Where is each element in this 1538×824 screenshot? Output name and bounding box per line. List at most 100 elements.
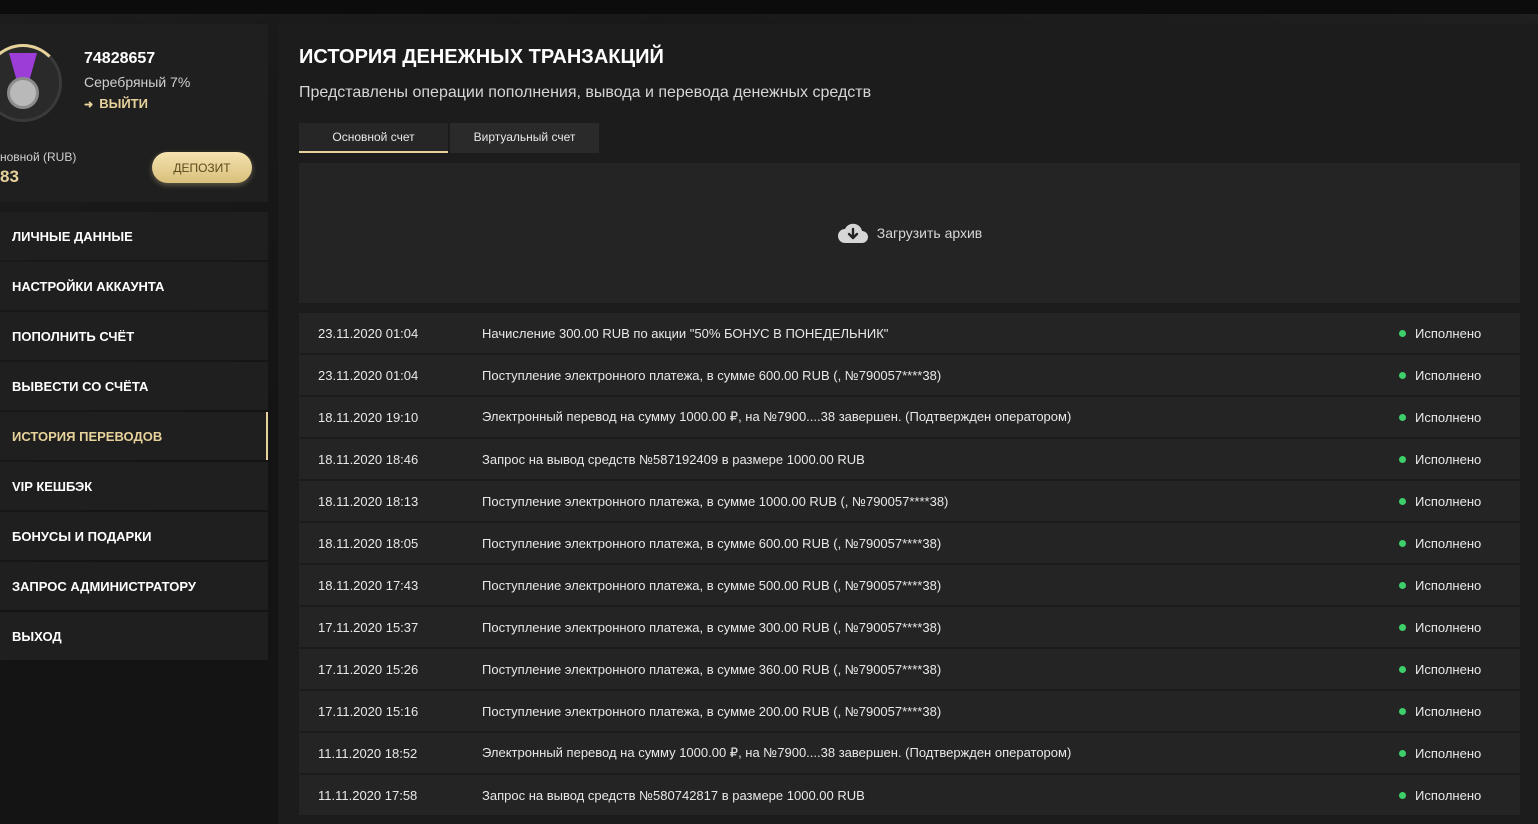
status-dot-icon	[1399, 623, 1406, 631]
status-label: Исполнено	[1415, 325, 1482, 341]
status-dot-icon	[1399, 581, 1406, 589]
account-label: новной (RUB)	[0, 150, 77, 164]
account-tabs: Основной счет Виртуальный счет	[299, 123, 601, 153]
avatar[interactable]	[0, 44, 62, 122]
transaction-description: Электронный перевод на сумму 1000.00 ₽, …	[482, 745, 1072, 760]
transaction-status: Исполнено	[1399, 410, 1520, 425]
status-dot-icon	[1399, 665, 1406, 673]
transaction-date: 11.11.2020 17:58	[318, 787, 418, 803]
menu-item-deposit[interactable]: ПОПОЛНИТЬ СЧЁТ	[0, 312, 268, 360]
transaction-description: Поступление электронного платежа, в сумм…	[482, 535, 942, 551]
transaction-status: Исполнено	[1399, 452, 1520, 467]
status-dot-icon	[1399, 497, 1406, 505]
status-dot-icon	[1399, 707, 1406, 715]
transaction-status: Исполнено	[1399, 662, 1520, 677]
status-dot-icon	[1399, 749, 1406, 757]
table-row: 17.11.2020 15:26 Поступление электронног…	[299, 649, 1520, 689]
tab-virtual-account[interactable]: Виртуальный счет	[450, 123, 599, 153]
status-label: Исполнено	[1415, 661, 1482, 677]
sidebar: 74828657 Серебряный 7% ➜ ВЫЙТИ новной (RU…	[0, 24, 268, 662]
user-rank: Серебряный 7%	[84, 74, 191, 90]
transaction-date: 18.11.2020 19:10	[318, 409, 419, 425]
status-label: Исполнено	[1415, 409, 1482, 425]
transaction-status: Исполнено	[1399, 788, 1520, 803]
cloud-download-icon	[837, 223, 868, 243]
tab-main-account[interactable]: Основной счет	[299, 123, 448, 153]
table-row: 17.11.2020 15:16 Поступление электронног…	[299, 691, 1520, 731]
status-label: Исполнено	[1415, 745, 1482, 761]
deposit-button[interactable]: ДЕПОЗИТ	[152, 152, 252, 183]
menu-item-vip-cashback[interactable]: VIP КЕШБЭК	[0, 462, 268, 510]
transaction-description: Поступление электронного платежа, в сумм…	[482, 661, 942, 677]
transaction-date: 18.11.2020 18:05	[318, 535, 419, 551]
transaction-date: 17.11.2020 15:37	[318, 619, 419, 635]
table-row: 18.11.2020 19:10 Электронный перевод на …	[299, 397, 1520, 437]
transaction-description: Поступление электронного платежа, в сумм…	[482, 367, 942, 383]
transaction-description: Запрос на вывод средств №587192409 в раз…	[482, 451, 865, 467]
table-row: 18.11.2020 18:46 Запрос на вывод средств…	[299, 439, 1520, 479]
status-label: Исполнено	[1415, 451, 1482, 467]
user-id: 74828657	[84, 50, 156, 67]
logout-label: ВЫЙТИ	[99, 96, 148, 111]
status-label: Исполнено	[1415, 493, 1482, 509]
status-dot-icon	[1399, 413, 1406, 421]
main-panel: ИСТОРИЯ ДЕНЕЖНЫХ ТРАНЗАКЦИЙ Представлены…	[278, 24, 1538, 824]
download-archive-button[interactable]: Загрузить архив	[299, 163, 1520, 303]
menu-item-admin-request[interactable]: ЗАПРОС АДМИНИСТРАТОРУ	[0, 562, 268, 610]
logout-icon: ➜	[84, 99, 94, 111]
transaction-date: 17.11.2020 15:26	[318, 661, 419, 677]
transaction-description: Поступление электронного платежа, в сумм…	[482, 493, 949, 509]
transaction-description: Поступление электронного платежа, в сумм…	[482, 619, 942, 635]
transaction-status: Исполнено	[1399, 494, 1520, 509]
page-title: ИСТОРИЯ ДЕНЕЖНЫХ ТРАНЗАКЦИЙ	[299, 46, 664, 68]
menu-item-exit[interactable]: ВЫХОД	[0, 612, 268, 660]
menu-item-personal-data[interactable]: ЛИЧНЫЕ ДАННЫЕ	[0, 212, 268, 260]
sidebar-menu: ЛИЧНЫЕ ДАННЫЕ НАСТРОЙКИ АККАУНТА ПОПОЛНИ…	[0, 212, 268, 660]
transaction-status: Исполнено	[1399, 620, 1520, 635]
account-balance: 83	[0, 167, 19, 186]
transaction-description: Начисление 300.00 RUB по акции "50% БОНУ…	[482, 325, 889, 341]
table-row: 23.11.2020 01:04 Начисление 300.00 RUB п…	[299, 313, 1520, 353]
status-label: Исполнено	[1415, 619, 1482, 635]
status-label: Исполнено	[1415, 577, 1482, 593]
transaction-description: Поступление электронного платежа, в сумм…	[482, 577, 942, 593]
transaction-status: Исполнено	[1399, 536, 1520, 551]
table-row: 18.11.2020 17:43 Поступление электронног…	[299, 565, 1520, 605]
transactions-table: 23.11.2020 01:04 Начисление 300.00 RUB п…	[299, 313, 1520, 817]
download-archive-label: Загрузить архив	[876, 225, 983, 241]
status-dot-icon	[1399, 455, 1406, 463]
status-dot-icon	[1399, 539, 1406, 547]
menu-item-transfer-history[interactable]: ИСТОРИЯ ПЕРЕВОДОВ	[0, 412, 268, 460]
transaction-date: 23.11.2020 01:04	[318, 367, 419, 383]
top-bar	[0, 0, 1538, 14]
status-label: Исполнено	[1415, 367, 1482, 383]
status-label: Исполнено	[1415, 703, 1482, 719]
status-label: Исполнено	[1415, 535, 1482, 551]
transaction-date: 17.11.2020 15:16	[318, 703, 419, 719]
transaction-date: 23.11.2020 01:04	[318, 325, 419, 341]
transaction-date: 18.11.2020 17:43	[318, 577, 419, 593]
status-dot-icon	[1399, 329, 1406, 337]
transaction-date: 18.11.2020 18:46	[318, 451, 419, 467]
menu-item-withdraw[interactable]: ВЫВЕСТИ СО СЧЁТА	[0, 362, 268, 410]
menu-item-bonuses[interactable]: БОНУСЫ И ПОДАРКИ	[0, 512, 268, 560]
medal-icon	[1, 53, 45, 113]
transaction-status: Исполнено	[1399, 704, 1520, 719]
transaction-status: Исполнено	[1399, 326, 1520, 341]
status-dot-icon	[1399, 371, 1406, 379]
transaction-status: Исполнено	[1399, 746, 1520, 761]
status-label: Исполнено	[1415, 787, 1482, 803]
page-subtitle: Представлены операции пополнения, вывода…	[299, 84, 872, 101]
transaction-description: Запрос на вывод средств №580742817 в раз…	[482, 787, 865, 803]
table-row: 23.11.2020 01:04 Поступление электронног…	[299, 355, 1520, 395]
table-row: 18.11.2020 18:05 Поступление электронног…	[299, 523, 1520, 563]
transaction-date: 18.11.2020 18:13	[318, 493, 419, 509]
transaction-date: 11.11.2020 18:52	[318, 745, 418, 761]
transaction-description: Электронный перевод на сумму 1000.00 ₽, …	[482, 409, 1072, 424]
transaction-status: Исполнено	[1399, 578, 1520, 593]
table-row: 17.11.2020 15:37 Поступление электронног…	[299, 607, 1520, 647]
profile-card: 74828657 Серебряный 7% ➜ ВЫЙТИ новной (RU…	[0, 24, 268, 202]
table-row: 11.11.2020 17:58 Запрос на вывод средств…	[299, 775, 1520, 815]
logout-link[interactable]: ➜ ВЫЙТИ	[84, 96, 148, 111]
menu-item-account-settings[interactable]: НАСТРОЙКИ АККАУНТА	[0, 262, 268, 310]
